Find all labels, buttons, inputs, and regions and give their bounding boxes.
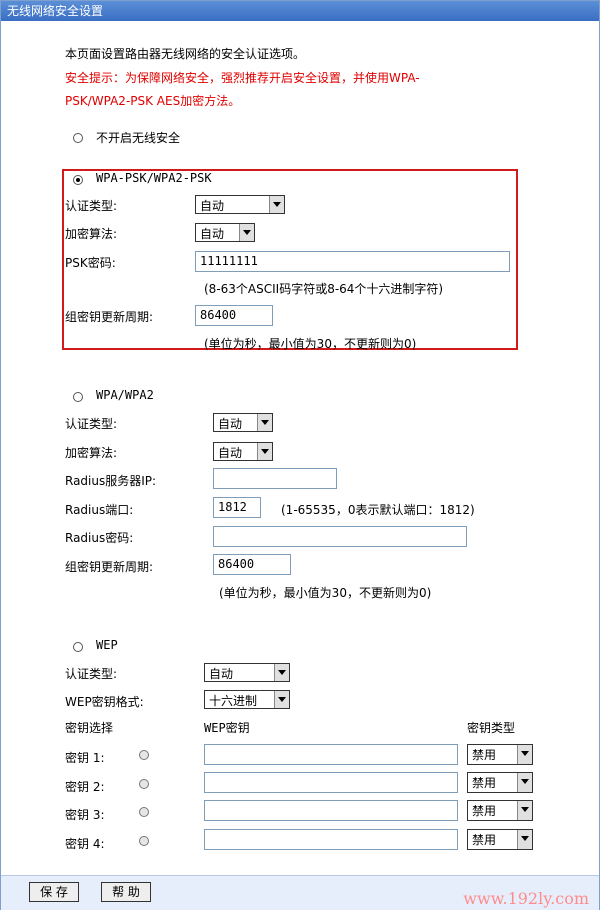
radius-ip-input[interactable] bbox=[213, 468, 337, 489]
security-tip-line1: 安全提示：为保障网络安全，强烈推荐开启安全设置，并使用WPA- bbox=[65, 71, 420, 85]
chevron-down-icon bbox=[517, 801, 532, 820]
wpa-cipher-value: 自动 bbox=[218, 446, 243, 460]
key-2-type-value: 禁用 bbox=[472, 776, 497, 790]
chevron-down-icon bbox=[239, 224, 254, 241]
wep-key-header: WEP密钥 bbox=[204, 721, 250, 735]
wpa-psk-auth-value: 自动 bbox=[200, 199, 225, 213]
chevron-down-icon bbox=[269, 196, 284, 213]
wep-format-select[interactable]: 十六进制 bbox=[204, 690, 290, 709]
wpa-psk-group-key-input[interactable]: 86400 bbox=[195, 305, 273, 326]
wep-radio[interactable] bbox=[73, 642, 83, 652]
wpa-psk-cipher-select[interactable]: 自动 bbox=[195, 223, 255, 242]
wpa-auth-label: 认证类型: bbox=[65, 417, 118, 431]
chevron-down-icon bbox=[274, 691, 289, 708]
security-tip-line2: PSK/WPA2-PSK AES加密方法。 bbox=[65, 94, 241, 108]
wep-auth-value: 自动 bbox=[209, 667, 234, 681]
radius-password-label: Radius密码: bbox=[65, 531, 134, 545]
wpa-radio[interactable] bbox=[73, 392, 83, 402]
wpa-psk-cipher-label: 加密算法: bbox=[65, 227, 118, 241]
wpa-psk-radio[interactable] bbox=[73, 175, 83, 185]
key-1-label: 密钥 1: bbox=[65, 751, 105, 765]
key-3-label: 密钥 3: bbox=[65, 808, 105, 822]
no-security-label: 不开启无线安全 bbox=[96, 131, 181, 145]
radius-port-hint: (1-65535，0表示默认端口：1812) bbox=[281, 503, 475, 517]
no-security-radio[interactable] bbox=[73, 133, 83, 143]
save-button[interactable]: 保 存 bbox=[29, 882, 79, 902]
chevron-down-icon bbox=[517, 745, 532, 764]
key-select-header: 密钥选择 bbox=[65, 721, 114, 735]
key-2-input[interactable] bbox=[204, 772, 458, 793]
wpa-psk-auth-select[interactable]: 自动 bbox=[195, 195, 285, 214]
chevron-down-icon bbox=[517, 773, 532, 792]
chevron-down-icon bbox=[257, 443, 272, 460]
settings-panel: 无线网络安全设置 本页面设置路由器无线网络的安全认证选项。 安全提示：为保障网络… bbox=[0, 0, 600, 910]
key-2-type-select[interactable]: 禁用 bbox=[467, 772, 533, 793]
wpa-psk-group-key-hint: (单位为秒，最小值为30，不更新则为0) bbox=[204, 337, 417, 351]
watermark: www.192ly.com bbox=[463, 889, 589, 908]
intro-description: 本页面设置路由器无线网络的安全认证选项。 bbox=[65, 47, 306, 61]
psk-password-label: PSK密码: bbox=[65, 256, 116, 270]
wpa-group-key-input[interactable]: 86400 bbox=[213, 554, 291, 575]
wpa-psk-auth-label: 认证类型: bbox=[65, 199, 118, 213]
key-4-radio[interactable] bbox=[139, 836, 149, 846]
wpa-cipher-select[interactable]: 自动 bbox=[213, 442, 273, 461]
key-3-input[interactable] bbox=[204, 800, 458, 821]
wpa-group-key-label: 组密钥更新周期: bbox=[65, 560, 154, 574]
page-title: 无线网络安全设置 bbox=[1, 1, 599, 21]
key-1-type-value: 禁用 bbox=[472, 748, 497, 762]
key-4-label: 密钥 4: bbox=[65, 837, 105, 851]
wep-format-value: 十六进制 bbox=[209, 694, 258, 708]
help-button[interactable]: 帮 助 bbox=[101, 882, 151, 902]
wpa-psk-label: WPA-PSK/WPA2-PSK bbox=[96, 171, 212, 185]
radius-ip-label: Radius服务器IP: bbox=[65, 474, 157, 488]
wpa-group-key-hint: (单位为秒，最小值为30，不更新则为0) bbox=[219, 586, 432, 600]
wpa-psk-group-key-label: 组密钥更新周期: bbox=[65, 310, 154, 324]
wpa-label: WPA/WPA2 bbox=[96, 388, 154, 402]
chevron-down-icon bbox=[517, 830, 532, 849]
key-1-input[interactable] bbox=[204, 744, 458, 765]
key-3-type-value: 禁用 bbox=[472, 804, 497, 818]
key-3-type-select[interactable]: 禁用 bbox=[467, 800, 533, 821]
chevron-down-icon bbox=[274, 664, 289, 681]
wpa-auth-value: 自动 bbox=[218, 417, 243, 431]
psk-password-hint: (8-63个ASCII码字符或8-64个十六进制字符) bbox=[204, 282, 444, 296]
chevron-down-icon bbox=[257, 414, 272, 431]
wep-label: WEP bbox=[96, 638, 118, 652]
radius-port-input[interactable]: 1812 bbox=[213, 497, 261, 518]
key-4-input[interactable] bbox=[204, 829, 458, 850]
key-4-type-select[interactable]: 禁用 bbox=[467, 829, 533, 850]
wpa-cipher-label: 加密算法: bbox=[65, 446, 118, 460]
radius-port-label: Radius端口: bbox=[65, 503, 134, 517]
wep-format-label: WEP密钥格式: bbox=[65, 695, 144, 709]
key-2-radio[interactable] bbox=[139, 779, 149, 789]
psk-password-input[interactable]: 11111111 bbox=[195, 251, 510, 272]
wpa-auth-select[interactable]: 自动 bbox=[213, 413, 273, 432]
key-4-type-value: 禁用 bbox=[472, 833, 497, 847]
wep-auth-select[interactable]: 自动 bbox=[204, 663, 290, 682]
key-1-type-select[interactable]: 禁用 bbox=[467, 744, 533, 765]
key-3-radio[interactable] bbox=[139, 807, 149, 817]
key-1-radio[interactable] bbox=[139, 750, 149, 760]
key-type-header: 密钥类型 bbox=[467, 721, 516, 735]
wep-auth-label: 认证类型: bbox=[65, 667, 118, 681]
key-2-label: 密钥 2: bbox=[65, 780, 105, 794]
wpa-psk-cipher-value: 自动 bbox=[200, 227, 225, 241]
radius-password-input[interactable] bbox=[213, 526, 467, 547]
